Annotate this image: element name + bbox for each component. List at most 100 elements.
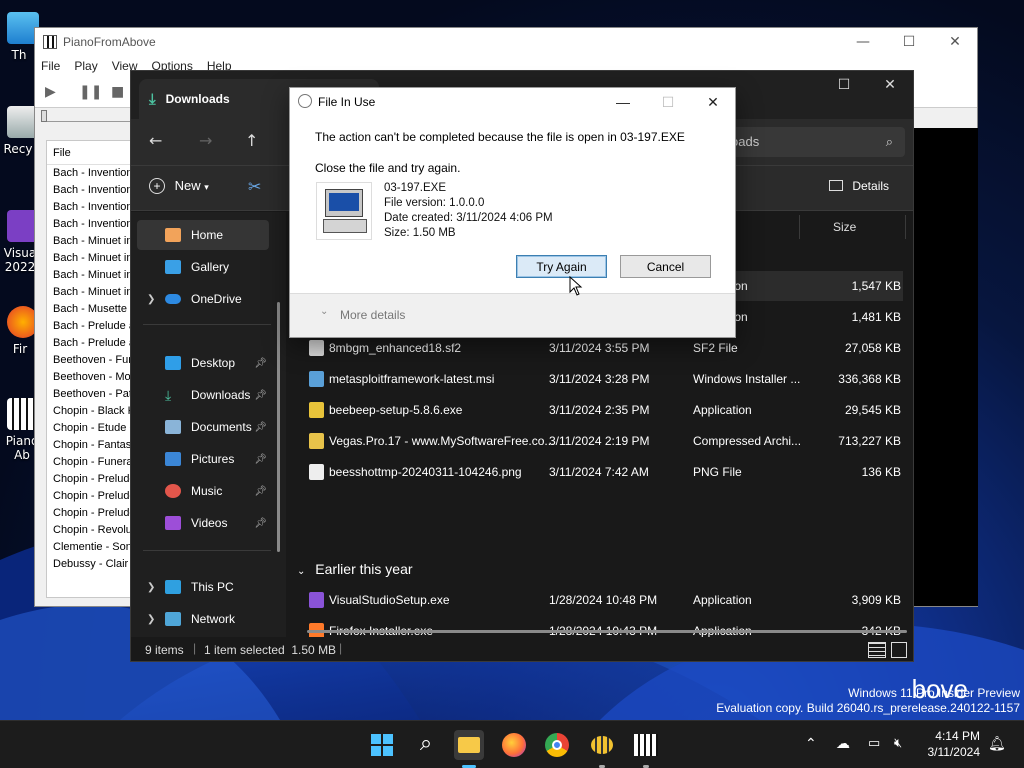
volume-muted-icon[interactable]: 🔇︎: [894, 735, 902, 755]
menu-play[interactable]: Play: [74, 59, 97, 73]
up-arrow-icon[interactable]: ↑: [245, 131, 258, 150]
sidebar-item-onedrive[interactable]: ❯ OneDrive: [137, 284, 269, 314]
navigation-pane: Home Gallery ❯ OneDrive Desktop 📌︎ ⤓ Dow…: [131, 212, 286, 637]
bee-icon: [591, 736, 613, 754]
back-arrow-icon[interactable]: ←: [149, 131, 162, 150]
clock[interactable]: 4:14 PM 3/11/2024: [918, 728, 981, 762]
tiles-view-icon[interactable]: [891, 642, 907, 658]
sidebar-scrollbar[interactable]: [277, 302, 280, 552]
sidebar-item-label: Gallery: [191, 260, 230, 274]
watermark-line-2: Evaluation copy. Build 26040.rs_prerelea…: [716, 701, 1020, 715]
file-size: 1,547 KB: [851, 279, 901, 293]
pin-icon[interactable]: 📌︎: [254, 454, 267, 465]
taskbar-chrome[interactable]: [542, 730, 572, 760]
start-button[interactable]: [367, 730, 397, 760]
status-divider: |: [193, 641, 197, 655]
details-view-icon[interactable]: [868, 642, 886, 658]
new-button[interactable]: + New ▾: [149, 178, 209, 194]
taskbar-beebeep[interactable]: [587, 730, 617, 760]
piano-title: PianoFromAbove: [63, 35, 156, 49]
cut-icon[interactable]: ✂: [248, 177, 261, 196]
sidebar-item-label: OneDrive: [191, 292, 242, 306]
sidebar-item-music[interactable]: Music 📌︎: [137, 476, 269, 506]
sidebar-item-this-pc[interactable]: ❯ This PC: [137, 572, 269, 602]
piano-icon: [634, 734, 658, 756]
cancel-button[interactable]: Cancel: [620, 255, 711, 278]
file-row[interactable]: beebeep-setup-5.8.6.exe 3/11/2024 2:35 PM…: [297, 395, 903, 425]
sidebar-item-downloads[interactable]: ⤓ Downloads 📌︎: [137, 380, 269, 410]
msi-icon: [309, 371, 324, 387]
horizontal-scrollbar[interactable]: [307, 630, 907, 633]
pin-icon[interactable]: 📌︎: [254, 422, 267, 433]
show-hidden-icons-chevron-icon[interactable]: ⌃: [805, 735, 817, 755]
dialog-maximize-button[interactable]: ☐: [645, 88, 691, 116]
taskbar-firefox[interactable]: [499, 730, 529, 760]
pin-icon[interactable]: 📌︎: [254, 390, 267, 401]
file-row[interactable]: VisualStudioSetup.exe 1/28/2024 10:48 PM A…: [297, 585, 903, 615]
try-again-button[interactable]: Try Again: [516, 255, 607, 278]
sidebar-item-desktop[interactable]: Desktop 📌︎: [137, 348, 269, 378]
file-row[interactable]: beesshottmp-20240311-104246.png 3/11/2024…: [297, 457, 903, 487]
sidebar-item-home[interactable]: Home: [137, 220, 269, 250]
piano-close-button[interactable]: ✕: [932, 28, 978, 56]
explorer-close-button[interactable]: ✕: [867, 71, 913, 99]
dialog-file-name: 03-197.EXE: [384, 182, 447, 194]
taskbar-piano[interactable]: [631, 730, 661, 760]
music-icon: [165, 484, 181, 498]
dialog-file-size: Size: 1.50 MB: [384, 227, 456, 239]
taskbar-file-explorer[interactable]: [454, 730, 484, 760]
search-input[interactable]: oads ⌕: [721, 127, 905, 157]
file-size: 136 KB: [861, 465, 901, 479]
chevron-right-icon[interactable]: ❯: [147, 614, 155, 625]
piano-titlebar: PianoFromAbove — ☐ ✕: [35, 28, 977, 56]
file-type: Compressed Archi...: [693, 434, 802, 448]
slider-thumb[interactable]: [41, 110, 47, 122]
piano-minimize-button[interactable]: —: [840, 28, 886, 56]
file-name: metasploitframework-latest.msi: [329, 372, 495, 386]
dialog-minimize-button[interactable]: —: [600, 88, 646, 116]
sidebar-item-label: Music: [191, 484, 223, 498]
file-type: SF2 File: [693, 341, 738, 355]
clock-icon: [298, 94, 312, 108]
explorer-maximize-button[interactable]: ☐: [821, 71, 867, 99]
file-row[interactable]: metasploitframework-latest.msi 3/11/2024 …: [297, 364, 903, 394]
sidebar-item-documents[interactable]: Documents 📌︎: [137, 412, 269, 442]
forward-arrow-icon[interactable]: →: [199, 131, 212, 150]
sidebar-item-network[interactable]: ❯ Network: [137, 604, 269, 634]
sidebar-item-videos[interactable]: Videos 📌︎: [137, 508, 269, 538]
file-date-modified: 3/11/2024 2:19 PM: [549, 434, 650, 448]
network-tray-icon[interactable]: ▭: [868, 735, 880, 755]
file-size: 713,227 KB: [838, 434, 901, 448]
column-header-size[interactable]: Size: [833, 212, 856, 242]
file-size: 3,909 KB: [851, 593, 901, 607]
search-icon[interactable]: ⌕: [411, 730, 441, 760]
menu-file[interactable]: File: [41, 59, 60, 73]
file-row[interactable]: Vegas.Pro.17 - www.MySoftwareFree.co... 3…: [297, 426, 903, 456]
dialog-titlebar: File In Use — ☐ ✕: [290, 88, 735, 116]
pin-icon[interactable]: 📌︎: [254, 358, 267, 369]
group-header-earlier-this-year[interactable]: ⌄ Earlier this year: [297, 561, 413, 577]
file-date-modified: 3/11/2024 2:35 PM: [549, 403, 650, 417]
dialog-close-button[interactable]: ✕: [690, 88, 736, 116]
stop-icon[interactable]: ■: [111, 84, 124, 100]
pause-icon[interactable]: ❚❚: [79, 84, 102, 100]
sidebar-item-pictures[interactable]: Pictures 📌︎: [137, 444, 269, 474]
pin-icon[interactable]: 📌︎: [254, 518, 267, 529]
play-icon[interactable]: ▶: [45, 84, 56, 100]
clock-date: 3/11/2024: [927, 745, 981, 759]
chevron-down-icon[interactable]: ⌄: [320, 306, 328, 317]
chevron-right-icon[interactable]: ❯: [147, 294, 155, 305]
onedrive-tray-icon[interactable]: ☁: [836, 735, 850, 755]
piano-maximize-button[interactable]: ☐: [886, 28, 932, 56]
chevron-right-icon[interactable]: ❯: [147, 582, 155, 593]
sidebar-item-gallery[interactable]: Gallery: [137, 252, 269, 282]
mouse-cursor-icon: [569, 276, 583, 296]
pin-icon[interactable]: 📌︎: [254, 486, 267, 497]
desktop-folder-icon: [165, 356, 181, 370]
details-button[interactable]: Details: [829, 179, 889, 193]
notification-bell-icon[interactable]: 🔔︎: [988, 735, 1006, 755]
more-details-link[interactable]: More details: [340, 308, 405, 322]
gallery-icon: [165, 260, 181, 274]
chevron-down-icon: ⌄: [297, 566, 306, 577]
taskbar: ⌕ ⌃ ☁ ▭ 🔇︎ 4:14 PM 3/11/2024 🔔︎: [0, 720, 1024, 768]
